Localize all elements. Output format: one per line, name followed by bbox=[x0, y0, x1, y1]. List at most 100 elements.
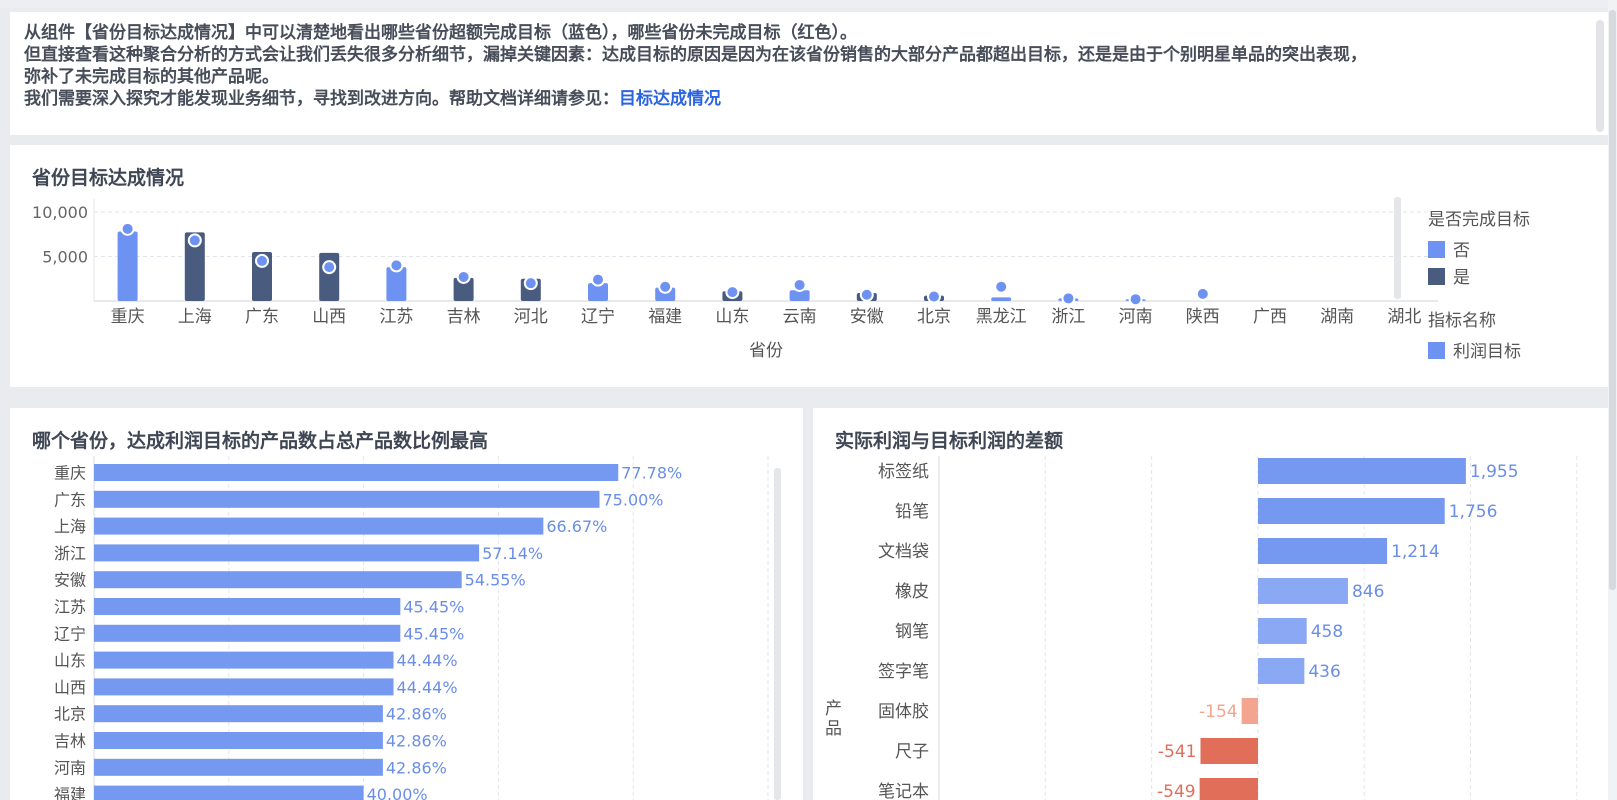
profit-diff-chart: 标签纸 1,955 铅笔 1,756 文档袋 1,214 橡皮 846 钢笔 458 签字笔 436 固… bbox=[825, 456, 1578, 800]
ratio-bar bbox=[94, 705, 383, 723]
x-tick-label: 河北 bbox=[514, 307, 548, 327]
profit-diff-bar bbox=[1258, 498, 1445, 524]
x-tick-label: 湖南 bbox=[1320, 307, 1354, 327]
top-strip bbox=[0, 0, 1617, 8]
x-tick-label: 云南 bbox=[783, 307, 817, 327]
profit-diff-card: 实际利润与目标利润的差额 标签纸 1,955 铅笔 1,756 文档袋 1,214 橡皮 84… bbox=[813, 408, 1608, 800]
ratio-value-label: 54.55% bbox=[465, 571, 526, 590]
x-tick-label: 浙江 bbox=[1051, 307, 1085, 327]
y-axis-title-char: 品 bbox=[825, 719, 842, 739]
x-tick-label: 黑龙江 bbox=[976, 307, 1027, 327]
x-tick-label: 湖北 bbox=[1387, 307, 1421, 327]
profit-diff-bar bbox=[1200, 738, 1258, 764]
legend-title-achieved: 是否完成目标 bbox=[1428, 210, 1530, 230]
ratio-bar bbox=[94, 490, 600, 508]
province-target-chart: 5,000 10,000 重庆 上海 广东 山西 江苏 吉林 河北 辽宁 福建 山东 云南 安徽 北京 黑龙江… bbox=[32, 197, 1530, 362]
target-dot bbox=[658, 279, 673, 294]
ratio-value-label: 44.44% bbox=[397, 651, 458, 670]
product-label: 钢笔 bbox=[895, 622, 929, 642]
legend-swatch bbox=[1428, 268, 1445, 285]
profit-diff-value-label: 1,955 bbox=[1470, 462, 1519, 482]
product-label: 橡皮 bbox=[895, 582, 929, 602]
x-tick-label: 河南 bbox=[1119, 307, 1153, 327]
ratio-bar bbox=[94, 678, 394, 696]
page-scrollbar-thumb[interactable] bbox=[1609, 10, 1616, 590]
target-dot bbox=[120, 221, 135, 236]
notice-line-1: 从组件【省份目标达成情况】中可以清楚地看出哪些省份超额完成目标（蓝色），哪些省份… bbox=[24, 23, 857, 43]
ratio-card: 哪个省份，达成利润目标的产品数占总产品数比例最高 重庆 77.78% 广东 75.00… bbox=[10, 408, 803, 800]
chart-scrollbar bbox=[1394, 197, 1401, 299]
province-label: 吉林 bbox=[54, 732, 86, 751]
product-label: 铅笔 bbox=[895, 502, 929, 522]
province-label: 福建 bbox=[54, 785, 86, 800]
ratio-bar bbox=[94, 598, 401, 615]
province-bar bbox=[991, 297, 1012, 301]
product-label: 尺子 bbox=[895, 742, 929, 762]
profit-diff-bar bbox=[1258, 538, 1388, 564]
x-tick-label: 安徽 bbox=[850, 307, 884, 327]
profit-diff-bar bbox=[1258, 658, 1305, 684]
legend-item-label: 否 bbox=[1453, 241, 1470, 261]
ratio-value-label: 42.86% bbox=[386, 732, 447, 751]
ratio-bar bbox=[94, 544, 480, 562]
x-axis-title: 省份 bbox=[749, 341, 783, 361]
notice-line-4-text: 我们需要深入探究才能发现业务细节，寻找到改进方向。帮助文档详细请参见： bbox=[24, 89, 619, 109]
help-doc-link[interactable]: 目标达成情况 bbox=[619, 89, 721, 109]
profit-diff-bar bbox=[1258, 618, 1307, 644]
profit-diff-value-label: -549 bbox=[1157, 782, 1196, 800]
target-dot bbox=[322, 260, 337, 275]
target-dot bbox=[994, 279, 1009, 294]
province-bar bbox=[117, 231, 138, 301]
notice-scrollbar[interactable] bbox=[1596, 20, 1604, 132]
y-axis-title-char: 产 bbox=[825, 699, 842, 719]
ratio-value-label: 45.45% bbox=[403, 598, 464, 617]
province-label: 浙江 bbox=[54, 544, 86, 563]
profit-diff-value-label: 1,756 bbox=[1449, 502, 1498, 522]
x-tick-label: 重庆 bbox=[111, 307, 145, 327]
province-label: 山西 bbox=[54, 678, 86, 697]
profit-diff-value-label: -154 bbox=[1199, 702, 1238, 722]
ratio-bar bbox=[94, 785, 364, 800]
ratio-value-label: 44.44% bbox=[397, 678, 458, 697]
profit-diff-value-label: 436 bbox=[1308, 662, 1340, 682]
province-label: 安徽 bbox=[54, 571, 86, 590]
profit-diff-bar bbox=[1258, 578, 1348, 604]
ratio-value-label: 57.14% bbox=[482, 544, 543, 563]
product-label: 标签纸 bbox=[878, 462, 929, 482]
notice-card: 从组件【省份目标达成情况】中可以清楚地看出哪些省份超额完成目标（蓝色），哪些省份… bbox=[10, 12, 1608, 135]
target-dot bbox=[1195, 286, 1210, 301]
y-tick-label: 10,000 bbox=[32, 203, 88, 222]
legend-title-metric: 指标名称 bbox=[1428, 311, 1496, 331]
ratio-value-label: 40.00% bbox=[367, 785, 428, 800]
x-tick-label: 北京 bbox=[917, 307, 951, 327]
target-dot bbox=[1061, 291, 1076, 306]
ratio-value-label: 42.86% bbox=[386, 758, 447, 777]
legend-item-label: 利润目标 bbox=[1453, 342, 1521, 362]
province-label: 上海 bbox=[54, 517, 86, 536]
province-label: 北京 bbox=[54, 705, 86, 724]
target-dot bbox=[591, 272, 605, 287]
profit-diff-bar bbox=[1199, 778, 1258, 800]
province-label: 河南 bbox=[54, 758, 86, 777]
target-dot bbox=[927, 289, 941, 304]
province-label: 辽宁 bbox=[54, 624, 86, 643]
legend-swatch bbox=[1428, 241, 1445, 258]
target-dot bbox=[187, 233, 202, 248]
province-label: 江苏 bbox=[54, 598, 86, 617]
target-dot bbox=[389, 258, 404, 273]
product-label: 签字笔 bbox=[878, 662, 929, 682]
legend-item-label: 是 bbox=[1453, 268, 1470, 288]
profit-diff-value-label: 458 bbox=[1311, 622, 1343, 642]
profit-diff-value-label: 1,214 bbox=[1391, 542, 1440, 562]
province-label: 重庆 bbox=[54, 464, 86, 483]
ratio-bar bbox=[94, 464, 619, 481]
page-scrollbar[interactable] bbox=[1608, 0, 1617, 800]
ratio-value-label: 75.00% bbox=[603, 490, 664, 509]
x-tick-label: 上海 bbox=[178, 307, 212, 327]
ratio-bar bbox=[94, 624, 401, 642]
target-dot bbox=[255, 253, 269, 268]
province-bar bbox=[319, 252, 340, 301]
x-tick-label: 广东 bbox=[245, 307, 279, 327]
ratio-bar bbox=[94, 651, 394, 669]
x-tick-label: 吉林 bbox=[447, 307, 481, 327]
